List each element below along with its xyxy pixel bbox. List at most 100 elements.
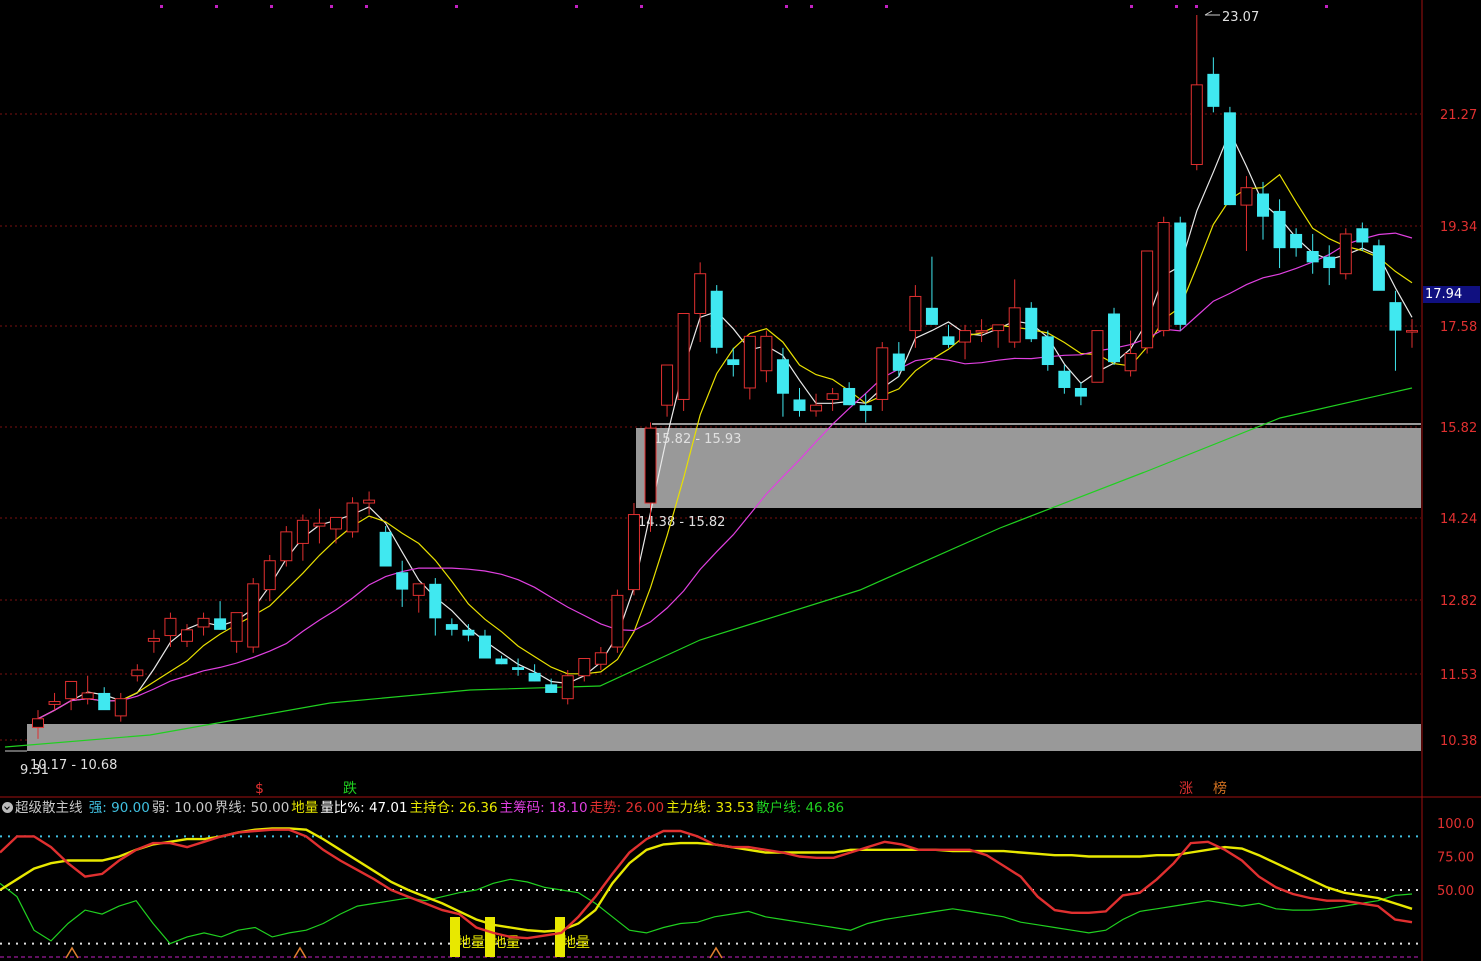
candle-body-up [1008, 307, 1021, 343]
candle-body-up [263, 560, 276, 591]
candle-body-down [1372, 245, 1385, 291]
candle [1074, 382, 1087, 406]
chevron-down-icon[interactable] [2, 802, 13, 813]
candle-body-up [594, 652, 607, 665]
candle-body-down [98, 692, 111, 711]
candle-body-up [313, 522, 326, 527]
candle-body-up [1240, 187, 1253, 206]
candle-body-down [925, 307, 938, 325]
indicator-value: 弱: 10.00 [151, 800, 213, 816]
candle-body-up [876, 347, 889, 400]
candle-body-down [429, 583, 442, 619]
top-marker-dot [365, 5, 368, 8]
candle-body-up [1339, 233, 1352, 275]
candle-body-up [346, 502, 359, 533]
top-marker-dot [1195, 5, 1198, 8]
candle [462, 624, 475, 642]
candle [1174, 216, 1187, 331]
candle [975, 319, 988, 343]
candle [313, 508, 326, 544]
y-tick-label: 21.27 [1440, 108, 1477, 123]
indicator-info-bar: 超级散主线 强: 90.00 弱: 10.00 界线: 50.00 地量 量比%: 47… [0, 799, 848, 817]
low-price-label: 9.31 [20, 763, 49, 778]
candle-body-up [1157, 222, 1170, 332]
candle [1372, 239, 1385, 291]
candle [909, 285, 922, 348]
candle-body-up [578, 658, 591, 677]
candle-body-up [627, 514, 640, 591]
top-marker-dot [1175, 5, 1178, 8]
resistance-zone [636, 428, 1421, 508]
candle-body-down [1389, 302, 1402, 331]
dimei-label: 地量 [457, 935, 485, 951]
candle [727, 347, 740, 377]
candle-body-up [32, 718, 44, 728]
candle [1190, 15, 1203, 171]
candle [247, 578, 260, 653]
candle [445, 618, 458, 636]
candle [959, 324, 972, 360]
top-marker-dot [810, 5, 813, 8]
candle-body-down [528, 672, 541, 682]
candle-body-down [942, 336, 955, 345]
candle [545, 678, 558, 693]
last-price-tag: 17.94 [1423, 286, 1480, 303]
candle [329, 516, 342, 544]
indicator-value: 散户线: 46.86 [756, 800, 845, 816]
candle-body-up [810, 404, 823, 412]
candle-body-down [892, 353, 905, 371]
candle [594, 647, 607, 670]
candle-body-up [760, 335, 773, 372]
candle-body-down [545, 684, 558, 693]
top-marker-dot [1130, 5, 1133, 8]
top-marker-dot [270, 5, 273, 8]
candle [478, 629, 491, 659]
candle-body-up [197, 617, 210, 628]
candle [1157, 216, 1170, 337]
candle-body-down [1323, 256, 1336, 269]
candle [760, 330, 773, 383]
candle [1108, 307, 1121, 366]
candle-body-down [727, 359, 740, 366]
candle [164, 612, 177, 648]
sub-y-tick: 100.0 [1437, 817, 1474, 832]
candle [1207, 57, 1220, 113]
candle [1339, 228, 1352, 280]
sub-y-tick: 50.00 [1437, 884, 1474, 899]
indicator-value: 走势: 26.00 [589, 800, 665, 816]
candle [197, 612, 210, 636]
candle-body-down [1058, 370, 1071, 388]
candle-body-up [131, 669, 144, 677]
candle-body-up [296, 519, 309, 544]
candle [1223, 106, 1236, 206]
candle [263, 554, 276, 602]
indicator-values: 强: 90.00 弱: 10.00 界线: 50.00 地量 量比%: 47.01 主持仓… [89, 800, 846, 816]
y-tick-label: 19.34 [1440, 220, 1477, 235]
candle-body-down [1356, 228, 1369, 243]
candle-body-down [214, 618, 227, 630]
candle-body-down [1290, 233, 1303, 249]
candle-body-up [1141, 250, 1154, 349]
indicator-value: 主力线: 33.53 [666, 800, 755, 816]
candle [131, 664, 144, 682]
candle [528, 664, 541, 682]
candle [1041, 330, 1054, 371]
candle [1141, 250, 1154, 354]
candle-body-up [65, 680, 78, 700]
indicator-value: 量比%: 47.01 [320, 800, 408, 816]
candle [627, 503, 640, 596]
candle [1356, 222, 1369, 251]
candle [1389, 290, 1402, 371]
candle [81, 675, 94, 705]
candle [379, 526, 392, 567]
candle-body-down [462, 629, 475, 636]
candle-body-down [1207, 73, 1220, 107]
candle [114, 692, 127, 722]
candle-body-up [247, 583, 260, 648]
indicator-value: 地量 [291, 800, 319, 816]
candle [1008, 279, 1021, 348]
high-price-label: 23.07 [1222, 10, 1259, 25]
top-marker-dot [575, 5, 578, 8]
candle-body-up [1091, 330, 1104, 383]
candle-body-down [1041, 336, 1054, 366]
